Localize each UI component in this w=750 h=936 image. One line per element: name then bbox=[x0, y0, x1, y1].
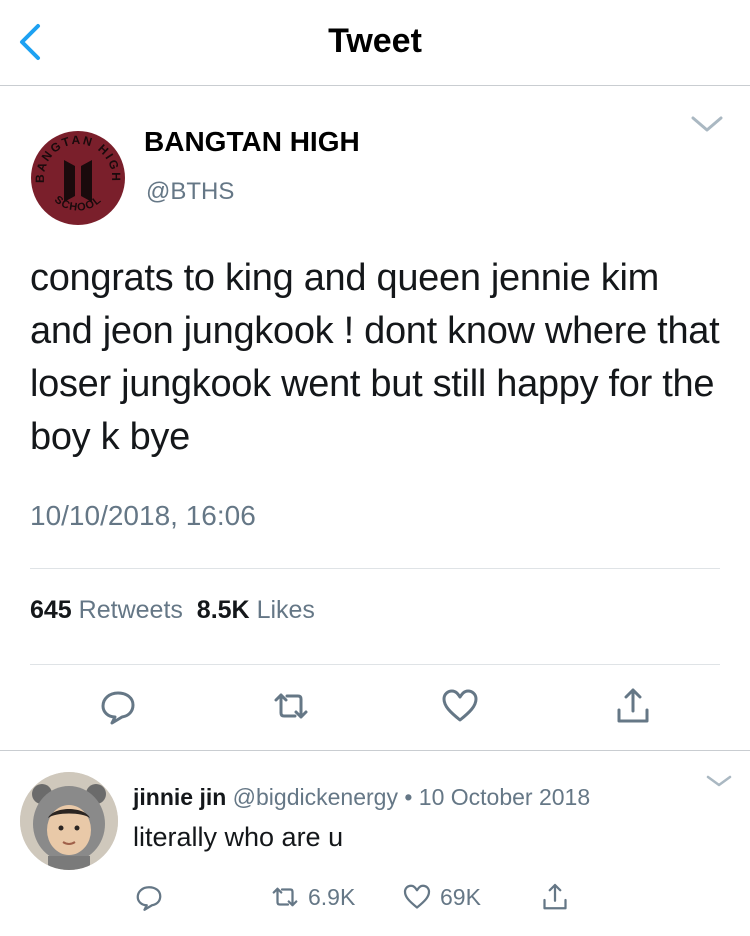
reply-retweet-action[interactable]: 6.9K bbox=[270, 882, 355, 912]
tweet-text: congrats to king and queen jennie kim an… bbox=[30, 257, 720, 458]
display-name[interactable]: BANGTAN HIGH bbox=[144, 126, 360, 158]
reply-like-count: 69K bbox=[440, 883, 481, 910]
retweet-stat[interactable]: 645 Retweets bbox=[30, 596, 183, 624]
reply-text: literally who are u bbox=[133, 822, 344, 852]
reply-icon[interactable] bbox=[98, 686, 138, 726]
retweet-icon bbox=[272, 887, 298, 907]
divider bbox=[30, 568, 720, 569]
divider bbox=[30, 664, 720, 665]
likes-label: Likes bbox=[256, 596, 315, 624]
reply-display-name[interactable]: jinnie jin bbox=[133, 784, 226, 810]
reply-tweet[interactable]: jinnie jin @bigdickenergy • 10 October 2… bbox=[0, 752, 750, 936]
user-handle[interactable]: @BTHS bbox=[146, 178, 234, 206]
retweet-count: 645 bbox=[30, 596, 72, 624]
avatar[interactable] bbox=[20, 772, 118, 870]
main-tweet: BANGTAN HIGH SCHOOL BANGTAN HIGH @BTHS c… bbox=[0, 86, 750, 751]
reply-retweet-count: 6.9K bbox=[308, 883, 356, 910]
like-stat[interactable]: 8.5K Likes bbox=[197, 596, 315, 624]
retweets-label: Retweets bbox=[78, 596, 183, 624]
like-icon bbox=[403, 884, 431, 909]
chevron-down-icon[interactable] bbox=[690, 114, 724, 134]
reply-date: 10 October 2018 bbox=[418, 784, 591, 810]
chevron-down-icon[interactable] bbox=[706, 774, 732, 788]
reply-like-action[interactable]: 69K bbox=[402, 882, 481, 912]
tweet-timestamp: 10/10/2018, 16:06 bbox=[30, 500, 256, 531]
retweet-icon[interactable] bbox=[271, 686, 311, 726]
reply-icon bbox=[136, 886, 162, 911]
reply-header: jinnie jin @bigdickenergy • 10 October 2… bbox=[133, 784, 590, 811]
like-count: 8.5K bbox=[196, 596, 250, 624]
page-title: Tweet bbox=[328, 22, 422, 60]
share-icon[interactable] bbox=[613, 686, 653, 726]
tweet-stats: 645 Retweets 8.5K Likes bbox=[30, 596, 315, 625]
account-logo[interactable]: BANGTAN HIGH SCHOOL bbox=[30, 130, 126, 226]
navigation-bar: Tweet bbox=[0, 0, 750, 86]
reply-reply-action[interactable] bbox=[134, 882, 172, 912]
like-icon[interactable] bbox=[440, 686, 480, 726]
share-icon bbox=[543, 883, 567, 910]
separator-dot: • bbox=[404, 784, 413, 810]
reply-handle[interactable]: @bigdickenergy bbox=[233, 784, 398, 810]
reply-share-action[interactable] bbox=[540, 882, 578, 912]
